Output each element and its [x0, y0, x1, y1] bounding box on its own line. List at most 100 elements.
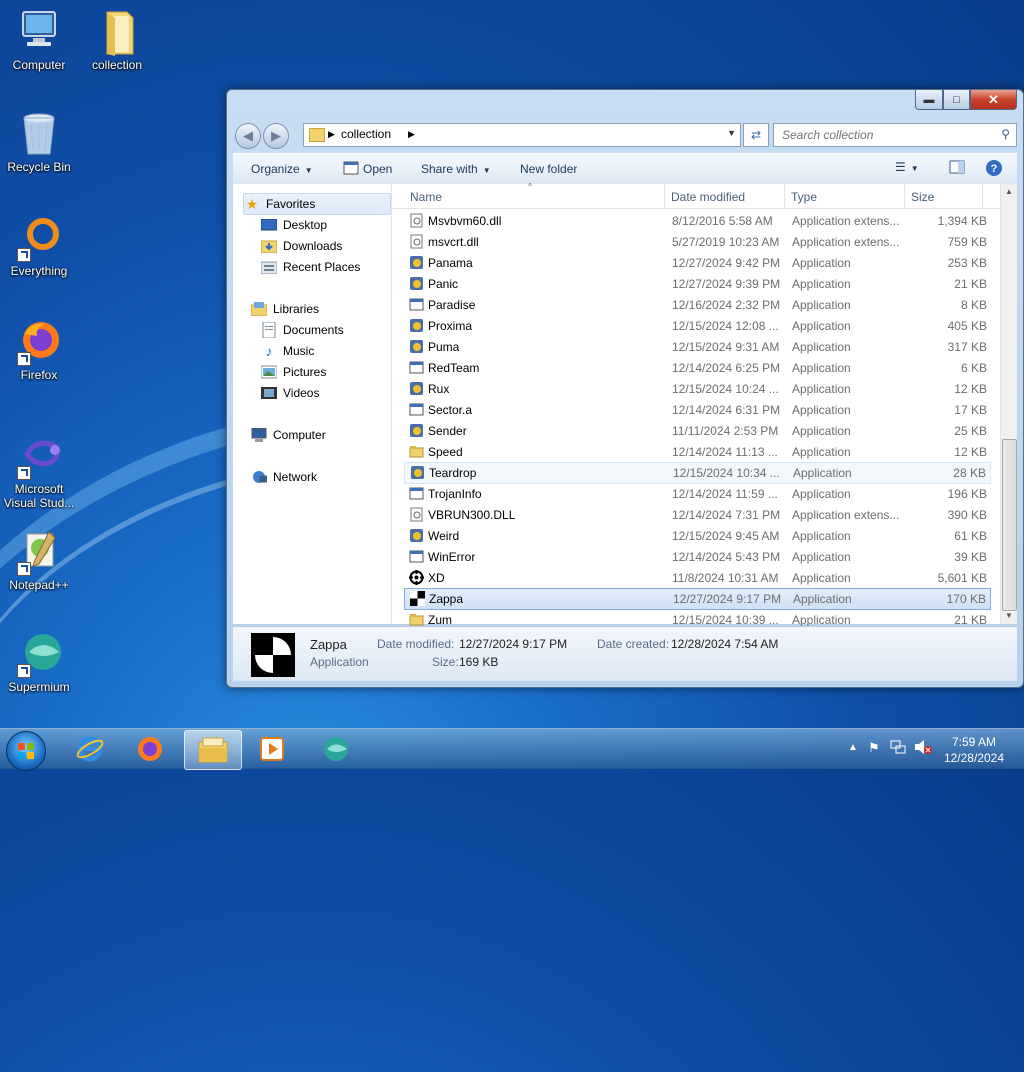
file-type: Application [792, 298, 851, 312]
desktop-icon-everything[interactable]: Everything [1, 214, 77, 278]
file-row[interactable]: Puma 12/15/2024 9:31 AM Application 317 KB [404, 337, 991, 357]
search-input[interactable] [780, 127, 984, 143]
file-row[interactable]: Paradise 12/16/2024 2:32 PM Application 8 K… [404, 295, 991, 315]
desktop-icon-computer[interactable]: Computer [1, 8, 77, 72]
close-button[interactable]: ✕ [970, 90, 1017, 110]
vertical-scrollbar[interactable]: ▲ ▼ [1000, 184, 1017, 624]
file-row[interactable]: Panama 12/27/2024 9:42 PM Application 253 K… [404, 253, 991, 273]
file-row[interactable]: RedTeam 12/14/2024 6:25 PM Application 6 KB [404, 358, 991, 378]
new-folder-button[interactable]: New folder [520, 162, 577, 176]
dll-icon [409, 234, 424, 249]
help-button[interactable]: ? [985, 159, 1003, 180]
file-row[interactable]: VBRUN300.DLL 12/14/2024 7:31 PM Applicatio… [404, 505, 991, 525]
desktop-icon-collection[interactable]: collection [79, 8, 155, 72]
column-header-size[interactable]: Size [911, 190, 934, 204]
file-row[interactable]: Zappa 12/27/2024 9:17 PM Application 170 KB [404, 588, 991, 610]
desktop-icon-supermium[interactable]: Supermium [1, 630, 77, 694]
maximize-button[interactable]: □ [943, 90, 970, 110]
forward-button[interactable]: ▶ [263, 123, 289, 149]
videos-icon [261, 386, 277, 400]
action-center-flag-icon[interactable]: ⚑ [868, 740, 880, 756]
taskbar-clock[interactable]: 7:59 AM 12/28/2024 [944, 734, 1004, 766]
file-name: Sector.a [428, 403, 473, 417]
network-tray-icon[interactable] [890, 739, 906, 758]
nav-pictures[interactable]: Pictures [261, 362, 326, 382]
breadcrumb-separator-icon[interactable]: ▶ [408, 129, 415, 140]
view-options-button[interactable]: ☰ ▼ [895, 160, 919, 174]
explorer-window[interactable]: ▬ □ ✕ ◀ ▶ ▶ collection ▶ ▼ ⇄ ⚲ Organize ▼… [226, 89, 1024, 688]
file-row[interactable]: Panic 12/27/2024 9:39 PM Application 21 KB [404, 274, 991, 294]
file-type: Application [792, 424, 851, 438]
file-row[interactable]: Rux 12/15/2024 10:24 ... Application 12 KB [404, 379, 991, 399]
file-row[interactable]: Speed 12/14/2024 11:13 ... Application 12 K… [404, 442, 991, 462]
address-dropdown-icon[interactable]: ▼ [727, 128, 736, 138]
scroll-down-icon[interactable]: ▼ [1001, 608, 1017, 624]
nav-recent-places[interactable]: Recent Places [261, 257, 360, 277]
dll-icon [409, 507, 424, 522]
nav-videos[interactable]: Videos [261, 383, 319, 403]
breadcrumb-collection[interactable]: collection [341, 127, 391, 141]
details-date-created-label: Date created: [597, 637, 670, 651]
file-row[interactable]: Msvbvm60.dll 8/12/2016 5:58 AM Application… [404, 211, 991, 231]
file-type: Application [792, 256, 851, 270]
file-date-modified: 12/14/2024 7:31 PM [672, 508, 780, 522]
address-bar[interactable]: ▶ collection ▶ ▼ [303, 123, 741, 147]
scrollbar-thumb[interactable] [1002, 439, 1017, 611]
volume-muted-icon[interactable] [914, 739, 932, 758]
file-name: VBRUN300.DLL [428, 508, 516, 522]
file-row[interactable]: Weird 12/15/2024 9:45 AM Application 61 KB [404, 526, 991, 546]
refresh-button[interactable]: ⇄ [743, 123, 769, 147]
nav-computer[interactable]: Computer [251, 425, 326, 445]
nav-desktop[interactable]: Desktop [261, 215, 327, 235]
scroll-up-icon[interactable]: ▲ [1001, 184, 1017, 200]
column-divider[interactable] [784, 184, 785, 208]
file-type: Application [792, 319, 851, 333]
taskbar-windows-explorer[interactable] [184, 730, 242, 770]
share-with-label: Share with [421, 162, 478, 176]
file-row[interactable]: TrojanInfo 12/14/2024 11:59 ... Applicatio… [404, 484, 991, 504]
nav-music[interactable]: ♪ Music [261, 341, 315, 361]
column-header-name[interactable]: Name [410, 190, 442, 204]
back-button[interactable]: ◀ [235, 123, 261, 149]
desktop-icon-recycle-bin[interactable]: Recycle Bin [1, 110, 77, 174]
column-divider[interactable] [982, 184, 983, 208]
nav-favorites[interactable]: ★ Favorites [243, 193, 391, 215]
open-button[interactable]: Open [363, 162, 392, 176]
minimize-button[interactable]: ▬ [915, 90, 943, 110]
window-app-icon [409, 297, 424, 312]
file-row[interactable]: Sender 11/11/2024 2:53 PM Application 25 KB [404, 421, 991, 441]
file-type: Application extens... [792, 235, 900, 249]
file-row[interactable]: Sector.a 12/14/2024 6:31 PM Application 17 … [404, 400, 991, 420]
show-hidden-icons-icon[interactable]: ▲ [848, 742, 858, 753]
file-row[interactable]: Proxima 12/15/2024 12:08 ... Application 40… [404, 316, 991, 336]
file-row[interactable]: msvcrt.dll 5/27/2019 10:23 AM Application … [404, 232, 991, 252]
nav-documents[interactable]: Documents [261, 320, 344, 340]
preview-pane-button[interactable] [949, 160, 965, 177]
nav-libraries[interactable]: Libraries [251, 299, 319, 319]
taskbar-supermium[interactable] [308, 730, 364, 768]
file-row[interactable]: Teardrop 12/15/2024 10:34 ... Application 2… [404, 462, 991, 484]
file-row[interactable]: WinError 12/14/2024 5:43 PM Application 39 … [404, 547, 991, 567]
start-button[interactable] [6, 731, 46, 771]
organize-button[interactable]: Organize ▼ [251, 162, 313, 176]
taskbar-media-player[interactable] [244, 730, 300, 768]
search-icon[interactable]: ⚲ [1001, 127, 1010, 141]
column-header-date-modified[interactable]: Date modified [671, 190, 745, 204]
file-row[interactable]: XD 11/8/2024 10:31 AM Application 5,601 KB [404, 568, 991, 588]
column-header-type[interactable]: Type [791, 190, 817, 204]
file-size: 17 KB [954, 403, 987, 417]
taskbar-internet-explorer[interactable] [62, 730, 118, 768]
column-divider[interactable] [664, 184, 665, 208]
desktop-icon-notepad-plus-plus[interactable]: Notepad++ [1, 528, 77, 592]
file-name: Zum [428, 613, 452, 627]
dll-icon [409, 213, 424, 228]
nav-network[interactable]: Network [251, 467, 317, 487]
nav-label: Computer [273, 428, 326, 442]
nav-downloads[interactable]: Downloads [261, 236, 342, 256]
desktop-icon-visual-studio[interactable]: Microsoft Visual Stud... [1, 432, 77, 510]
taskbar-firefox[interactable] [122, 730, 178, 768]
desktop-icon-firefox[interactable]: Firefox [1, 318, 77, 382]
share-with-button[interactable]: Share with ▼ [421, 162, 491, 176]
column-divider[interactable] [904, 184, 905, 208]
file-size: 6 KB [960, 361, 987, 375]
